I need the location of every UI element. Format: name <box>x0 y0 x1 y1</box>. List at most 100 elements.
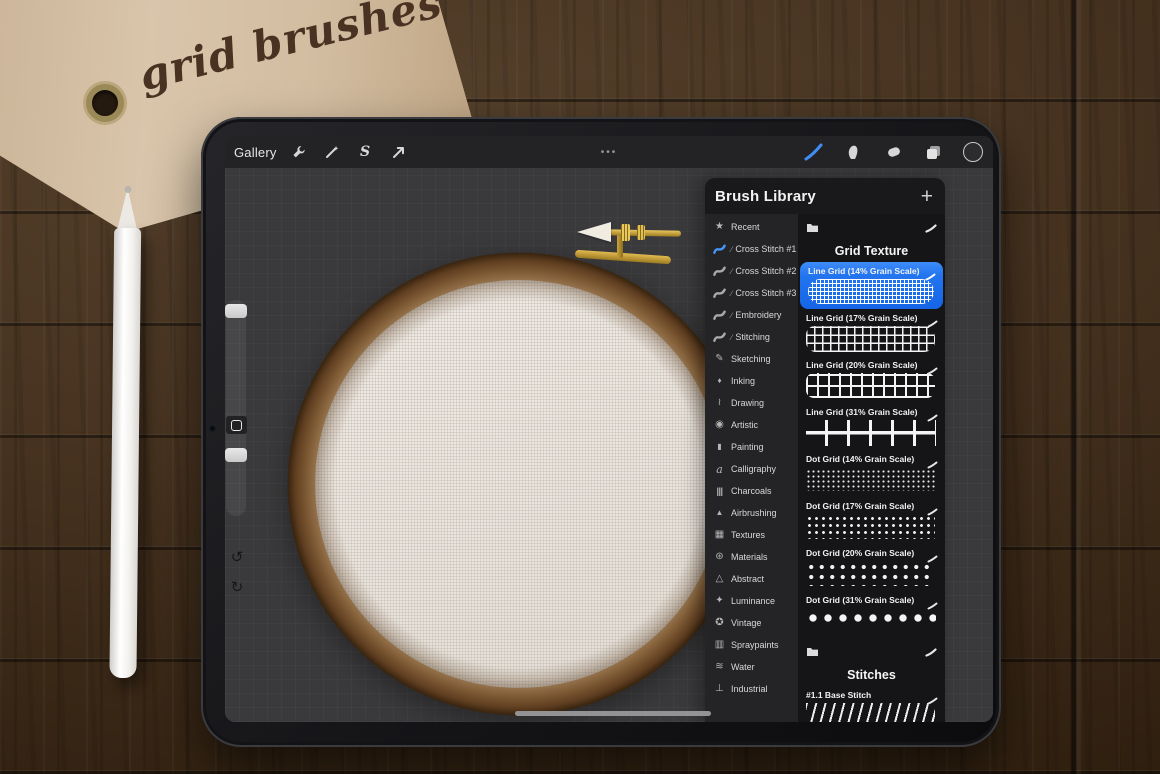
category-cross-stitch-2[interactable]: ∕ Cross Stitch #2 <box>705 260 798 282</box>
brush-stroke-icon <box>713 243 726 255</box>
needle-icon: ∕ <box>731 288 733 298</box>
brush-name: Dot Grid (14% Grain Scale) <box>806 454 915 464</box>
brush-size-slider[interactable] <box>225 304 247 318</box>
hoop-screw-nut <box>637 225 645 240</box>
category-sketching[interactable]: ✎ Sketching <box>705 348 798 370</box>
palette-icon: ◉ <box>715 419 724 430</box>
brush-stroke-icon <box>927 550 938 568</box>
brush-list: Grid Texture Line Grid (14% Grain Scale)… <box>798 214 945 722</box>
brush-stroke-icon <box>927 692 938 710</box>
category-recent[interactable]: ★ Recent <box>705 216 798 238</box>
sidebar-slider-track[interactable] <box>226 300 246 516</box>
letter-a-icon: a <box>716 462 723 476</box>
brush-item-dot-grid-20[interactable]: Dot Grid (20% Grain Scale) <box>798 544 945 591</box>
category-airbrushing[interactable]: ▲ Airbrushing <box>705 502 798 524</box>
brush-item-dot-grid-14[interactable]: Dot Grid (14% Grain Scale) <box>798 450 945 497</box>
tablet: Gallery S ••• ↺ ↻ Brush Library + ★ Rece… <box>201 117 1001 747</box>
category-embroidery[interactable]: ∕ Embroidery <box>705 304 798 326</box>
brush-preview <box>806 703 935 722</box>
category-industrial[interactable]: ⊥ Industrial <box>705 678 798 700</box>
category-drawing[interactable]: ≀ Drawing <box>705 392 798 414</box>
pencil-body <box>109 227 142 679</box>
brush-preview <box>806 469 935 491</box>
ink-drop-icon: ♦ <box>717 376 722 385</box>
camera-icon <box>209 425 216 432</box>
brush-preview <box>806 609 936 633</box>
brush-stroke-icon <box>927 456 938 474</box>
brush-item-line-grid-17[interactable]: Line Grid (17% Grain Scale) <box>798 309 945 356</box>
brush-name: Line Grid (31% Grain Scale) <box>806 407 918 417</box>
category-vintage[interactable]: ✪ Vintage <box>705 612 798 634</box>
redo-icon[interactable]: ↻ <box>227 578 247 596</box>
brush-stroke-icon <box>927 409 938 427</box>
brush-item-line-grid-14[interactable]: Line Grid (14% Grain Scale) <box>800 262 943 309</box>
brush-preview <box>806 420 936 446</box>
hoop-screw-tip <box>577 222 611 242</box>
circled-star-icon: ✪ <box>715 617 724 628</box>
brush-item-line-grid-20[interactable]: Line Grid (20% Grain Scale) <box>798 356 945 403</box>
brush-item-dot-grid-17[interactable]: Dot Grid (17% Grain Scale) <box>798 497 945 544</box>
brush-stroke-icon <box>927 597 938 615</box>
section-title: Grid Texture <box>834 244 909 258</box>
waves-icon: ≋ <box>715 661 724 672</box>
folder-icon <box>806 644 819 662</box>
add-brush-button[interactable]: + <box>921 186 933 207</box>
brush-item-line-grid-31[interactable]: Line Grid (31% Grain Scale) <box>798 403 945 450</box>
brush-preview <box>808 279 934 304</box>
hatch-square-icon: ▦ <box>714 529 725 540</box>
brush-item-base-stitch[interactable]: #1.1 Base Stitch <box>798 686 945 722</box>
brush-stroke-icon <box>927 503 938 521</box>
brush-preview <box>806 373 935 398</box>
squiggle-icon: ≀ <box>717 397 722 408</box>
needle-icon: ∕ <box>731 310 733 320</box>
undo-icon[interactable]: ↺ <box>227 548 247 566</box>
category-water[interactable]: ≋ Water <box>705 656 798 678</box>
hoop-screw-nut <box>621 224 630 241</box>
brush-stroke-icon <box>927 362 938 380</box>
brush-stroke-icon <box>713 309 726 321</box>
category-cross-stitch-1[interactable]: ∕ Cross Stitch #1 <box>705 238 798 260</box>
hoop-screw-rod <box>608 229 682 237</box>
brush-preview <box>806 326 935 352</box>
category-stitching[interactable]: ∕ Stitching <box>705 326 798 348</box>
brush-stroke-icon <box>925 268 936 286</box>
hoop-fabric <box>315 280 723 688</box>
brush-stroke-icon <box>713 265 726 277</box>
sparkle-icon: ✦ <box>715 595 724 606</box>
brush-name: Dot Grid (31% Grain Scale) <box>806 595 915 605</box>
procreate-screen: Gallery S ••• ↺ ↻ Brush Library + ★ Rece… <box>225 136 993 722</box>
category-textures[interactable]: ▦ Textures <box>705 524 798 546</box>
brush-library-panel: Brush Library + ★ Recent ∕ Cross Stitch <box>705 178 945 722</box>
category-cross-stitch-3[interactable]: ∕ Cross Stitch #3 <box>705 282 798 304</box>
needle-icon: ∕ <box>731 244 733 254</box>
category-inking[interactable]: ♦ Inking <box>705 370 798 392</box>
spray-can-icon: ▥ <box>714 639 725 650</box>
brush-name: Dot Grid (17% Grain Scale) <box>806 501 915 511</box>
section-title: Stitches <box>847 668 896 682</box>
panel-title: Brush Library <box>715 187 816 205</box>
apple-pencil <box>109 185 142 679</box>
brush-item-dot-grid-31[interactable]: Dot Grid (31% Grain Scale) <box>798 591 945 638</box>
home-indicator[interactable] <box>515 711 711 716</box>
category-luminance[interactable]: ✦ Luminance <box>705 590 798 612</box>
brush-opacity-slider[interactable] <box>225 448 247 462</box>
section-stitches: Stitches <box>798 638 945 686</box>
category-materials[interactable]: ⊛ Materials <box>705 546 798 568</box>
category-abstract[interactable]: △ Abstract <box>705 568 798 590</box>
anvil-icon: ⊥ <box>715 683 724 694</box>
category-charcoals[interactable]: ||| Charcoals <box>705 480 798 502</box>
desk-scene: grid brushes Gallery S ••• ↺ ↻ Brush Lib… <box>0 0 1160 774</box>
category-spraypaints[interactable]: ▥ Spraypaints <box>705 634 798 656</box>
folder-icon <box>806 220 819 238</box>
category-artistic[interactable]: ◉ Artistic <box>705 414 798 436</box>
bars-icon: ||| <box>716 485 723 496</box>
star-icon: ★ <box>715 221 724 232</box>
modify-square-icon <box>231 419 242 431</box>
category-calligraphy[interactable]: a Calligraphy <box>705 458 798 480</box>
sphere-icon: ⊛ <box>715 551 724 562</box>
brush-stroke-icon <box>925 644 937 662</box>
modify-button[interactable] <box>226 416 247 434</box>
multitask-ellipsis[interactable]: ••• <box>225 147 993 158</box>
brush-preview <box>806 515 935 539</box>
category-painting[interactable]: ▮ Painting <box>705 436 798 458</box>
